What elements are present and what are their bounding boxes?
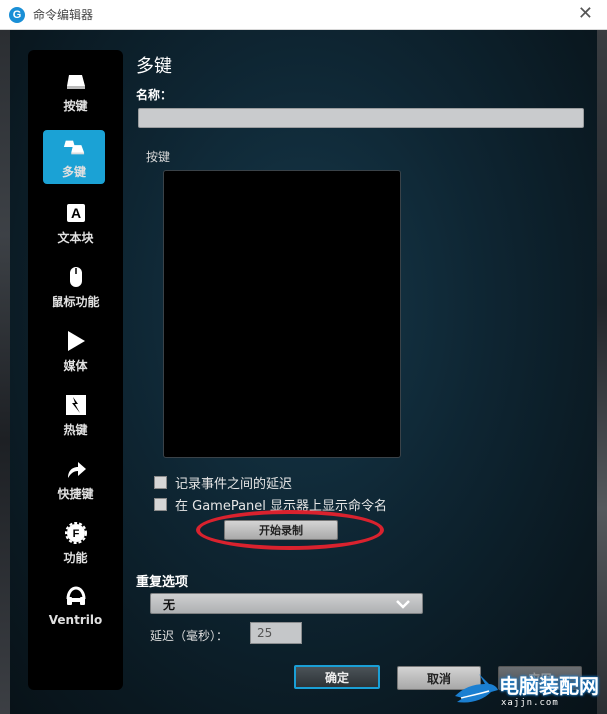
title-bar: G 命令编辑器 ✕ xyxy=(0,0,607,30)
shortcut-arrow-icon xyxy=(65,458,87,480)
start-recording-button[interactable]: 开始录制 xyxy=(224,520,338,540)
watermark-sub: xajjn.com xyxy=(501,698,559,708)
delay-label: 延迟（毫秒）： xyxy=(150,629,229,643)
record-delay-label: 记录事件之间的延迟 xyxy=(175,477,293,492)
window-title: 命令编辑器 xyxy=(33,8,94,22)
command-editor-dialog: 按键 多键 A 文本块 鼠标功能 媒体 热键 快捷键 F 功能 Ventrilo… xyxy=(10,30,597,714)
page-title: 多键 xyxy=(136,56,172,77)
repeat-select[interactable]: 无 xyxy=(150,593,423,614)
sidebar-item-multikey[interactable]: 多键 xyxy=(43,130,105,184)
sidebar-item-label: 多键 xyxy=(61,165,86,179)
name-label: 名称： xyxy=(136,88,173,102)
sidebar-item-label: 热键 xyxy=(63,423,88,437)
sidebar-item-label: 快捷键 xyxy=(57,487,94,501)
sidebar-item-keystroke[interactable]: 按键 xyxy=(28,64,123,122)
sidebar-item-label: 按键 xyxy=(63,99,88,113)
watermark-title: 电脑装配网 xyxy=(499,674,599,698)
name-input[interactable] xyxy=(138,108,584,128)
sidebar-item-media[interactable]: 媒体 xyxy=(28,324,123,382)
sidebar-item-label: 文本块 xyxy=(57,231,94,245)
chevron-down-icon xyxy=(396,600,410,609)
background-app-left xyxy=(0,30,10,714)
close-icon[interactable]: ✕ xyxy=(578,5,593,23)
sidebar-item-ventrilo[interactable]: Ventrilo xyxy=(28,580,123,638)
sidebar-item-label: 功能 xyxy=(63,551,88,565)
play-icon xyxy=(65,330,87,352)
key-icon xyxy=(65,70,87,92)
command-type-sidebar: 按键 多键 A 文本块 鼠标功能 媒体 热键 快捷键 F 功能 Ventrilo xyxy=(28,50,123,690)
logitech-logo-icon: G xyxy=(9,6,25,23)
hotkey-icon xyxy=(65,394,87,416)
site-watermark: 电脑装配网 xajjn.com xyxy=(453,668,603,712)
recorded-keys-list[interactable] xyxy=(163,170,401,458)
svg-text:A: A xyxy=(70,205,80,221)
sidebar-item-function[interactable]: F 功能 xyxy=(28,516,123,574)
keys-label: 按键 xyxy=(146,150,171,164)
sidebar-item-textblock[interactable]: A 文本块 xyxy=(28,196,123,254)
record-delay-option[interactable]: 记录事件之间的延迟 xyxy=(154,473,292,492)
sidebar-item-hotkey[interactable]: 热键 xyxy=(28,388,123,446)
multi-key-icon xyxy=(63,136,85,158)
sidebar-item-label: Ventrilo xyxy=(48,613,103,627)
shark-logo-icon xyxy=(455,674,498,703)
mouse-icon xyxy=(65,266,87,288)
delay-input[interactable]: 25 xyxy=(250,622,302,644)
sidebar-item-mouse[interactable]: 鼠标功能 xyxy=(28,260,123,318)
repeat-selected-value: 无 xyxy=(163,598,176,612)
record-delay-checkbox[interactable] xyxy=(154,476,167,489)
sidebar-item-label: 媒体 xyxy=(63,359,88,373)
show-name-checkbox[interactable] xyxy=(154,498,167,511)
sidebar-item-label: 鼠标功能 xyxy=(51,295,100,309)
function-gear-icon: F xyxy=(64,522,87,544)
repeat-options-label: 重复选项 xyxy=(136,575,189,590)
text-block-icon: A xyxy=(65,202,87,224)
svg-text:F: F xyxy=(72,528,79,540)
ok-button[interactable]: 确定 xyxy=(294,665,380,689)
headset-icon xyxy=(65,586,87,608)
sidebar-item-shortcut[interactable]: 快捷键 xyxy=(28,452,123,510)
